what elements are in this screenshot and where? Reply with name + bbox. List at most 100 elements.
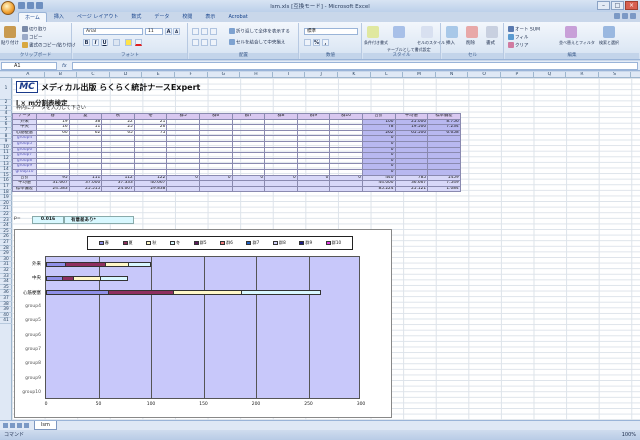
font-color-button[interactable] bbox=[135, 39, 142, 46]
align-right-button[interactable] bbox=[210, 39, 217, 46]
zoom-level[interactable]: 100% bbox=[622, 430, 636, 440]
styles-group-label: スタイル bbox=[363, 53, 440, 59]
row-header[interactable]: 1 bbox=[0, 78, 12, 100]
brand-header: MC メディカル出版 らくらく統計ナースExpert bbox=[16, 80, 200, 94]
format-painter-label: 書式のコピー/貼り付け bbox=[29, 43, 76, 49]
font-name-combo[interactable]: Arial bbox=[83, 28, 143, 35]
currency-button[interactable] bbox=[304, 39, 311, 46]
tab-page-layout[interactable]: ページ レイアウト bbox=[71, 12, 125, 22]
autosum-button[interactable]: オート SUM bbox=[508, 26, 540, 33]
x-tick-label: 50 bbox=[95, 402, 102, 407]
office-button[interactable] bbox=[1, 1, 15, 15]
align-middle-button[interactable] bbox=[201, 28, 208, 35]
fill-button[interactable]: フィル bbox=[508, 34, 528, 41]
wrap-label: 折り返して全体を表示する bbox=[236, 29, 290, 35]
tab-view[interactable]: 表示 bbox=[199, 12, 221, 22]
row-label-cell[interactable]: 標準偏差 bbox=[12, 185, 37, 193]
workbook-close-icon[interactable] bbox=[630, 13, 636, 19]
formula-input[interactable] bbox=[72, 62, 638, 70]
number-format-combo[interactable]: 標準 bbox=[304, 28, 358, 35]
bar-segment bbox=[65, 261, 106, 267]
align-center-button[interactable] bbox=[201, 39, 208, 46]
cut-button[interactable]: 切り取り bbox=[22, 26, 47, 33]
row-label-cell[interactable]: group10 bbox=[12, 168, 37, 176]
table-cell[interactable]: 25.515 bbox=[68, 185, 103, 193]
paste-button[interactable]: 貼り付け bbox=[1, 40, 19, 46]
tab-data[interactable]: データ bbox=[148, 12, 175, 22]
table-cell[interactable]: 25.121 bbox=[394, 185, 429, 193]
help-icon[interactable] bbox=[614, 13, 620, 19]
legend-label: 群10 bbox=[331, 240, 342, 245]
underline-button[interactable]: U bbox=[101, 39, 108, 46]
prev-sheet-icon[interactable] bbox=[10, 423, 15, 428]
format-cells-button[interactable]: 書式 bbox=[486, 40, 495, 46]
first-sheet-icon[interactable] bbox=[3, 423, 8, 428]
align-top-button[interactable] bbox=[192, 28, 199, 35]
sheet-tab-lsm[interactable]: lsm bbox=[34, 421, 57, 430]
legend-entry: 春 bbox=[98, 240, 109, 246]
sort-filter-button[interactable]: 並べ替えとフィルタ bbox=[559, 40, 595, 46]
table-cell[interactable]: 29.838 bbox=[133, 185, 168, 193]
wrap-text-button[interactable]: 折り返して全体を表示する bbox=[229, 28, 290, 35]
row-label-cell[interactable]: 心筋梗塞 bbox=[12, 129, 37, 137]
table-cell[interactable]: 24.007 bbox=[101, 185, 135, 193]
tab-home[interactable]: ホーム bbox=[18, 12, 47, 22]
italic-button[interactable]: I bbox=[92, 39, 99, 46]
workbook-minimize-icon[interactable] bbox=[622, 13, 628, 19]
bold-button[interactable]: B bbox=[83, 39, 90, 46]
table-cell[interactable] bbox=[264, 185, 298, 193]
bar-segment bbox=[46, 290, 109, 296]
insert-cells-button[interactable]: 挿入 bbox=[446, 40, 455, 46]
tab-review[interactable]: 校閲 bbox=[176, 12, 198, 22]
grow-font-button[interactable]: A bbox=[165, 28, 172, 35]
table-cell[interactable] bbox=[329, 185, 363, 193]
bar-segment bbox=[46, 261, 66, 267]
row-header[interactable]: 41 bbox=[0, 318, 12, 324]
align-bottom-button[interactable] bbox=[210, 28, 217, 35]
legend-swatch bbox=[98, 241, 104, 245]
category-label: group5 bbox=[25, 318, 41, 324]
align-left-button[interactable] bbox=[192, 39, 199, 46]
table-cell[interactable] bbox=[198, 185, 233, 193]
name-box[interactable]: A1 bbox=[1, 62, 57, 70]
fill-color-button[interactable] bbox=[125, 39, 132, 46]
shrink-font-button[interactable]: A bbox=[173, 28, 180, 35]
border-button[interactable] bbox=[113, 39, 120, 46]
format-painter-button[interactable]: 書式のコピー/貼り付け bbox=[22, 42, 76, 49]
fx-icon[interactable]: fx bbox=[62, 62, 67, 70]
ribbon: 貼り付け 切り取り コピー 書式のコピー/貼り付け クリップボード Arial … bbox=[0, 22, 640, 60]
clear-button[interactable]: クリア bbox=[508, 42, 529, 49]
font-size-combo[interactable]: 11 bbox=[145, 28, 163, 35]
tab-formulas[interactable]: 数式 bbox=[125, 12, 147, 22]
delete-cells-button[interactable]: 削除 bbox=[466, 40, 475, 46]
table-cell[interactable] bbox=[296, 185, 331, 193]
maximize-button[interactable]: □ bbox=[611, 1, 624, 10]
tab-acrobat[interactable]: Acrobat bbox=[222, 12, 253, 22]
close-button[interactable]: × bbox=[625, 1, 638, 10]
alignment-group-label: 配置 bbox=[189, 53, 298, 59]
copy-button[interactable]: コピー bbox=[22, 34, 43, 41]
p-value: 0.016 bbox=[32, 216, 64, 224]
table-cell[interactable]: 24.583 bbox=[36, 185, 70, 193]
conditional-format-button[interactable]: 条件付き書式 bbox=[364, 40, 388, 46]
brand-title: メディカル出版 らくらく統計ナースExpert bbox=[41, 82, 201, 92]
comma-button[interactable]: , bbox=[322, 39, 329, 46]
category-label: group6 bbox=[25, 332, 41, 338]
last-sheet-icon[interactable] bbox=[24, 423, 29, 428]
minimize-button[interactable]: – bbox=[597, 1, 610, 10]
next-sheet-icon[interactable] bbox=[17, 423, 22, 428]
category-label: 中央 bbox=[32, 276, 41, 282]
table-cell[interactable] bbox=[166, 185, 200, 193]
stacked-bar-chart[interactable]: 春 夏 秋 冬 群5 群6 群7 群8 群9 群10 0 50 100 150 200 250 300 外来 中央… bbox=[14, 229, 392, 418]
cell-styles-button[interactable]: セルのスタイル bbox=[417, 40, 445, 46]
merge-center-button[interactable]: セルを結合して中央揃え bbox=[229, 39, 285, 46]
category-label: 心筋梗塞 bbox=[23, 290, 41, 296]
tab-insert[interactable]: 挿入 bbox=[48, 12, 70, 22]
table-cell[interactable]: 1.084 bbox=[427, 185, 461, 193]
percent-button[interactable]: % bbox=[313, 39, 320, 46]
table-cell[interactable] bbox=[231, 185, 266, 193]
table-cell[interactable]: 85.224 bbox=[361, 185, 396, 193]
category-label: group8 bbox=[25, 361, 41, 367]
formula-bar: A1 fx bbox=[0, 61, 640, 71]
find-select-button[interactable]: 検索と選択 bbox=[599, 40, 619, 46]
